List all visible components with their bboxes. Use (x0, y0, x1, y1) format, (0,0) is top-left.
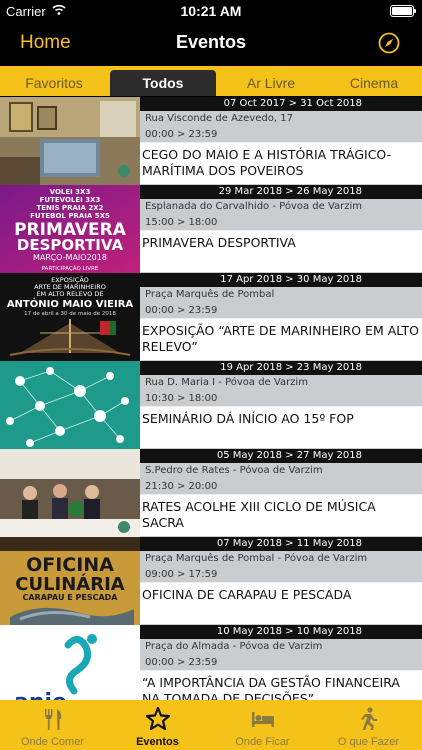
event-title: CEGO DO MAIO E A HISTÓRIA TRÁGICO-MARÍTI… (142, 147, 392, 178)
event-row[interactable]: anje 10 May 2018 > 10 May 2018 Praça do … (0, 625, 422, 700)
event-row[interactable]: VOLEI 3X3 FUTEVOLEI 3X3 TENIS PRAIA 2X2 … (0, 185, 422, 273)
event-thumbnail (0, 361, 140, 449)
event-thumbnail (0, 97, 140, 185)
event-row[interactable]: OFICINA CULINÁRIA CARAPAU E PESCADA 07 M… (0, 537, 422, 625)
event-dates: 17 Apr 2018 > 30 May 2018 (140, 273, 422, 287)
home-button[interactable]: Home (20, 32, 71, 54)
event-place: Rua Visconde de Azevedo, 17 00:00 > 23:5… (140, 111, 422, 143)
event-location: Praça do Almada - Póvoa de Varzim (145, 641, 323, 652)
event-location: Praça Marquês de Pombal - Póvoa de Varzi… (145, 553, 368, 564)
poster-subtitle: MARÇO-MAIO2018 (33, 253, 107, 262)
star-icon (145, 706, 171, 731)
event-row[interactable]: 07 Oct 2017 > 31 Oct 2018 Rua Visconde d… (0, 97, 422, 185)
poster-line: FUTEBOL PRAIA 5X5 (30, 212, 110, 220)
event-place: Rua D. Maria I - Póvoa de Varzim 10:30 >… (140, 375, 422, 407)
event-dates: 07 Oct 2017 > 31 Oct 2018 (140, 97, 422, 111)
poster-line: VOLEI 3X3 (50, 188, 91, 196)
event-title: “A IMPORTÂNCIA DA GESTÃO FINANCEIRA NA T… (142, 675, 400, 700)
event-place: Praça Marquês de Pombal 00:00 > 23:59 (140, 287, 422, 319)
event-thumbnail (0, 449, 140, 537)
event-hours: 21:30 > 20:00 (145, 481, 218, 492)
event-thumbnail: VOLEI 3X3 FUTEVOLEI 3X3 TENIS PRAIA 2X2 … (0, 185, 140, 273)
poster-line: TENIS PRAIA 2X2 (36, 204, 103, 212)
tabbar-o-que-fazer[interactable]: O que Fazer (315, 700, 422, 750)
event-thumbnail: EXPOSIÇÃO ARTE DE MARINHEIRO EM ALTO REL… (0, 273, 140, 361)
event-place: S.Pedro de Rates - Póvoa de Varzim 21:30… (140, 463, 422, 495)
event-place: Praça do Almada - Póvoa de Varzim 00:00 … (140, 639, 422, 671)
event-dates: 05 May 2018 > 27 May 2018 (140, 449, 422, 463)
bed-icon (252, 712, 274, 727)
event-location: Rua Visconde de Azevedo, 17 (145, 113, 293, 124)
category-tabs: Favoritos Todos Ar Livre Cinema (0, 66, 422, 96)
event-dates: 10 May 2018 > 10 May 2018 (140, 625, 422, 639)
poster-subtitle: CARAPAU E PESCADA (22, 593, 118, 602)
event-place: Praça Marquês de Pombal - Póvoa de Varzi… (140, 551, 422, 583)
event-hours: 00:00 > 23:59 (145, 305, 218, 316)
event-title: SEMINÁRIO DÁ INÍCIO AO 15º FOP (142, 411, 354, 426)
tab-cinema[interactable]: Cinema (326, 70, 422, 96)
navigation-bar: Home Eventos (0, 22, 422, 66)
compass-icon[interactable] (378, 32, 400, 54)
event-location: Rua D. Maria I - Póvoa de Varzim (145, 377, 308, 388)
event-row[interactable]: 05 May 2018 > 27 May 2018 S.Pedro de Rat… (0, 449, 422, 537)
event-row[interactable]: 19 Apr 2018 > 23 May 2018 Rua D. Maria I… (0, 361, 422, 449)
poster-heading: OFICINA (26, 554, 114, 576)
tabbar-onde-comer[interactable]: Onde Comer (0, 700, 105, 750)
poster-heading: ANTÓNIO MAIO VIEIRA (7, 297, 134, 310)
event-dates: 07 May 2018 > 11 May 2018 (140, 537, 422, 551)
event-dates: 19 Apr 2018 > 23 May 2018 (140, 361, 422, 375)
poster-line: EM ALTO RELEVO DE (36, 290, 103, 298)
poster-line: FUTEVOLEI 3X3 (40, 196, 101, 204)
event-hours: 09:00 > 17:59 (145, 569, 218, 580)
event-dates: 29 Mar 2018 > 26 May 2018 (140, 185, 422, 199)
clock: 10:21 AM (180, 3, 242, 19)
status-bar: Carrier 10:21 AM (0, 0, 422, 22)
event-title: EXPOSIÇÃO “ARTE DE MARINHEIRO EM ALTO RE… (142, 323, 419, 354)
poster-line: 17 de abril a 30 de maio de 2018 (24, 311, 116, 317)
tab-favoritos[interactable]: Favoritos (0, 70, 108, 96)
bottom-tab-bar: Onde Comer Eventos Onde Ficar O que Faze… (0, 700, 422, 750)
event-hours: 00:00 > 23:59 (145, 657, 218, 668)
event-hours: 15:00 > 18:00 (145, 217, 218, 228)
tab-ar-livre[interactable]: Ar Livre (218, 70, 324, 96)
poster-footer: PARTICIPAÇÃO LIVRE (42, 265, 99, 272)
event-row[interactable]: EXPOSIÇÃO ARTE DE MARINHEIRO EM ALTO REL… (0, 273, 422, 361)
event-location: S.Pedro de Rates - Póvoa de Varzim (145, 465, 323, 476)
poster-heading: CULINÁRIA (15, 573, 125, 595)
poster-logo: anje (14, 690, 67, 700)
event-thumbnail: OFICINA CULINÁRIA CARAPAU E PESCADA (0, 537, 140, 625)
tab-todos[interactable]: Todos (110, 70, 216, 96)
event-place: Esplanada do Carvalhido - Póvoa de Varzi… (140, 199, 422, 231)
running-icon (361, 707, 377, 730)
battery-icon (390, 5, 416, 17)
tabbar-label: O que Fazer (337, 736, 400, 748)
event-list[interactable]: 07 Oct 2017 > 31 Oct 2018 Rua Visconde d… (0, 96, 422, 700)
cutlery-icon (45, 709, 62, 730)
event-thumbnail: anje (0, 625, 140, 700)
tabbar-label: Onde Ficar (235, 736, 290, 748)
event-title: PRIMAVERA DESPORTIVA (142, 235, 296, 250)
tabbar-label: Onde Comer (21, 736, 84, 748)
tabbar-onde-ficar[interactable]: Onde Ficar (210, 700, 315, 750)
tabbar-label: Eventos (136, 736, 179, 748)
event-location: Praça Marquês de Pombal (145, 289, 275, 300)
event-title: RATES ACOLHE XIII CICLO DE MÚSICA SACRA (142, 499, 376, 530)
event-title: OFICINA DE CARAPAU E PESCADA (142, 587, 352, 602)
tabbar-eventos[interactable]: Eventos (105, 700, 210, 750)
event-location: Esplanada do Carvalhido - Póvoa de Varzi… (145, 201, 363, 212)
poster-heading: DESPORTIVA (17, 236, 124, 254)
event-hours: 00:00 > 23:59 (145, 129, 218, 140)
event-hours: 10:30 > 18:00 (145, 393, 218, 404)
